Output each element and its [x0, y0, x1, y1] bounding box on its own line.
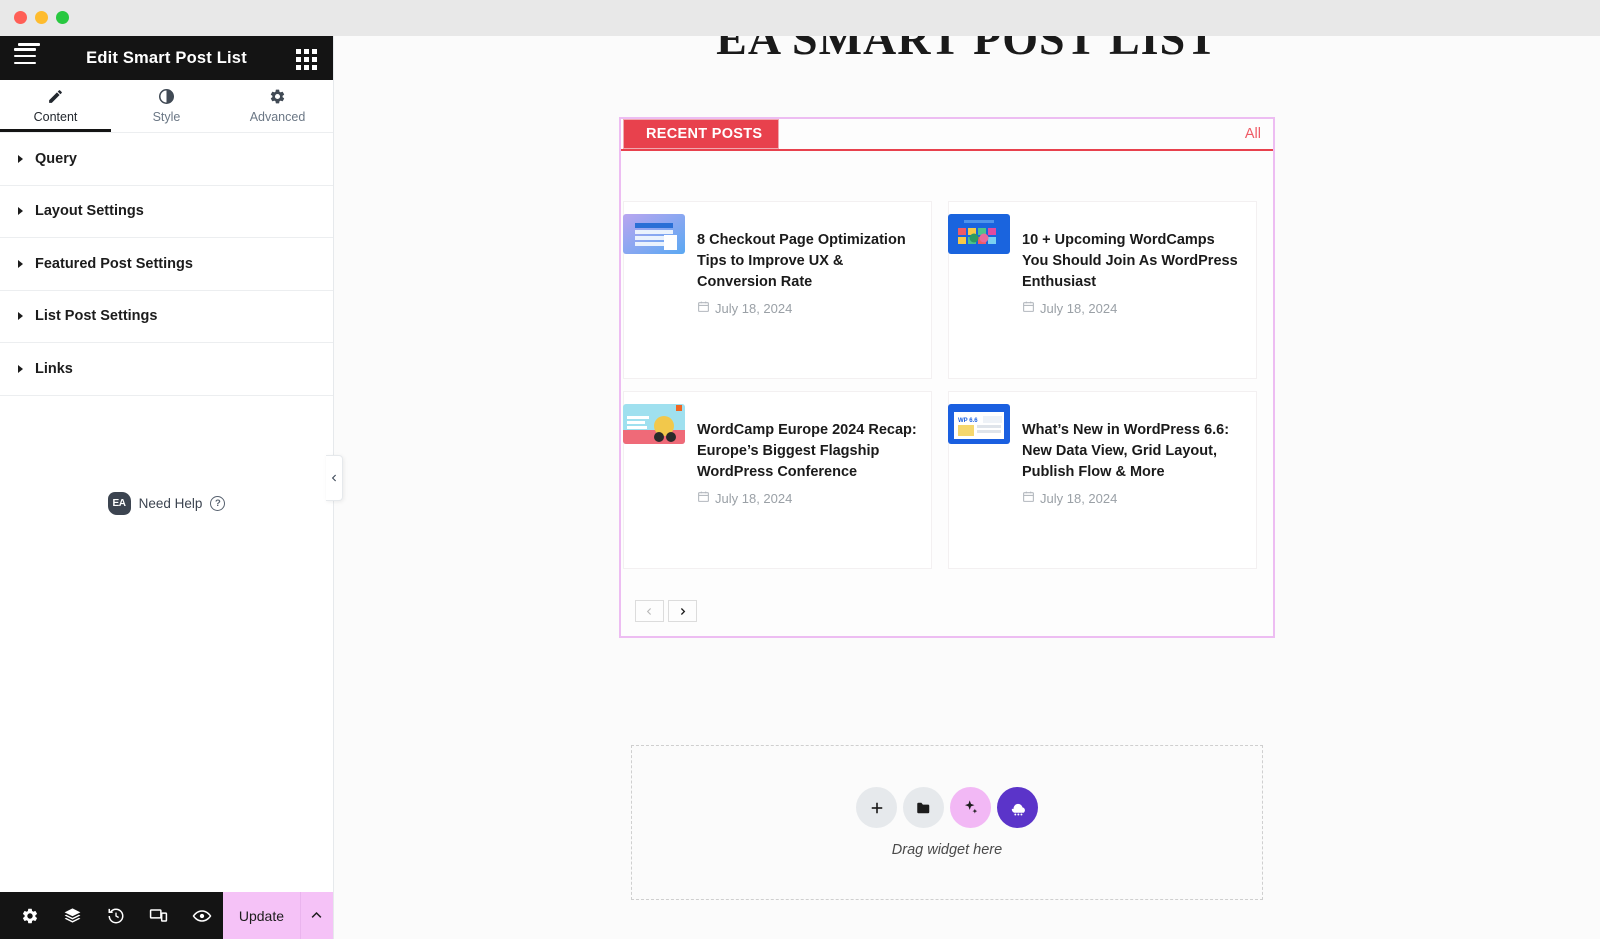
caret-right-icon	[18, 207, 23, 216]
post-meta: July 18, 2024	[697, 490, 919, 506]
calendar-icon	[1022, 300, 1035, 316]
maximize-window-button[interactable]	[56, 11, 69, 24]
post-card[interactable]: WordCamp Europe 2024 Recap: Europe’s Big…	[623, 391, 932, 569]
svg-text:WP 6.6: WP 6.6	[958, 418, 978, 424]
wceu-recap-thumbnail-icon	[623, 404, 685, 444]
caret-right-icon	[18, 364, 23, 373]
update-options-chevron-up-icon[interactable]	[299, 892, 333, 939]
need-help-link[interactable]: EA Need Help ?	[107, 491, 226, 515]
section-list-post-settings[interactable]: List Post Settings	[0, 290, 333, 343]
dropzone-label: Drag widget here	[891, 842, 1003, 858]
widget-header: RECENT POSTS All	[621, 119, 1273, 151]
checkout-page-thumbnail-icon	[623, 214, 685, 254]
post-list-grid: 8 Checkout Page Optimization Tips to Imp…	[623, 171, 1273, 569]
calendar-icon	[1022, 490, 1035, 506]
elementor-editor-panel: Edit Smart Post List Content Style Advan…	[0, 36, 334, 939]
tab-advanced-label: Advanced	[249, 110, 306, 124]
contrast-icon	[158, 88, 175, 105]
section-query[interactable]: Query	[0, 133, 333, 186]
section-links-label: Links	[35, 360, 73, 377]
tab-style-label: Style	[152, 110, 181, 124]
section-layout-settings[interactable]: Layout Settings	[0, 185, 333, 238]
settings-accordion: Query Layout Settings Featured Post Sett…	[0, 133, 333, 396]
panel-collapse-handle[interactable]	[326, 455, 343, 501]
traffic-lights	[14, 11, 69, 24]
pencil-icon	[47, 88, 64, 105]
section-query-label: Query	[35, 150, 77, 167]
post-body: 8 Checkout Page Optimization Tips to Imp…	[697, 212, 919, 366]
panel-header: Edit Smart Post List	[0, 36, 333, 80]
tab-style[interactable]: Style	[111, 80, 222, 132]
post-date: July 18, 2024	[1040, 300, 1118, 316]
section-layout-settings-label: Layout Settings	[35, 203, 144, 220]
pagination-next-button[interactable]	[668, 600, 697, 622]
post-body: What’s New in WordPress 6.6: New Data Vi…	[1022, 402, 1244, 556]
post-meta: July 18, 2024	[697, 300, 919, 316]
notification-dot-icon	[18, 43, 40, 46]
navigator-layers-icon[interactable]	[51, 892, 94, 939]
preview-eye-icon[interactable]	[180, 892, 223, 939]
section-featured-post-settings[interactable]: Featured Post Settings	[0, 238, 333, 291]
hamburger-menu-icon[interactable]	[14, 43, 40, 68]
window-title-bar	[0, 0, 1600, 36]
filter-all-link[interactable]: All	[1245, 126, 1261, 142]
apps-grid-icon[interactable]	[295, 49, 317, 71]
pagination-controls	[635, 600, 697, 622]
post-title[interactable]: 8 Checkout Page Optimization Tips to Imp…	[697, 230, 919, 293]
close-window-button[interactable]	[14, 11, 27, 24]
dropzone-buttons	[856, 787, 1038, 828]
post-date: July 18, 2024	[715, 300, 793, 316]
section-links[interactable]: Links	[0, 343, 333, 396]
post-date: July 18, 2024	[1040, 490, 1118, 506]
responsive-mode-icon[interactable]	[137, 892, 180, 939]
post-meta: July 18, 2024	[1022, 300, 1244, 316]
post-body: WordCamp Europe 2024 Recap: Europe’s Big…	[697, 402, 919, 556]
category-tab-recent-posts[interactable]: RECENT POSTS	[623, 119, 780, 149]
wordpress-66-thumbnail-icon: WP 6.6	[948, 404, 1010, 444]
gear-icon	[269, 88, 286, 105]
post-body: 10 + Upcoming WordCamps You Should Join …	[1022, 212, 1244, 366]
ea-logo-icon: EA	[107, 491, 131, 515]
editor-canvas: EA SMART POST LIST RECENT POSTS All 8 Ch…	[334, 36, 1600, 939]
caret-right-icon	[18, 154, 23, 163]
post-card[interactable]: 10 + Upcoming WordCamps You Should Join …	[948, 201, 1257, 379]
section-featured-post-settings-label: Featured Post Settings	[35, 255, 193, 272]
wordcamps-thumbnail-icon	[948, 214, 1010, 254]
history-icon[interactable]	[94, 892, 137, 939]
calendar-icon	[697, 490, 710, 506]
update-button[interactable]: Update	[223, 892, 300, 939]
ai-sparkle-icon[interactable]	[950, 787, 991, 828]
app-window: Edit Smart Post List Content Style Advan…	[0, 0, 1600, 939]
section-list-post-settings-label: List Post Settings	[35, 308, 158, 325]
panel-tabs: Content Style Advanced	[0, 80, 333, 133]
panel-title: Edit Smart Post List	[86, 48, 247, 67]
calendar-icon	[697, 300, 710, 316]
post-card[interactable]: WP 6.6 What’s New in WordPress 6.6: New …	[948, 391, 1257, 569]
caret-right-icon	[18, 312, 23, 321]
elementor-cloud-icon[interactable]	[997, 787, 1038, 828]
post-title[interactable]: 10 + Upcoming WordCamps You Should Join …	[1022, 230, 1244, 293]
drag-widget-dropzone[interactable]: Drag widget here	[631, 745, 1263, 900]
smart-post-list-widget[interactable]: RECENT POSTS All 8 Checkout Page Optimiz…	[619, 117, 1275, 638]
post-title[interactable]: What’s New in WordPress 6.6: New Data Vi…	[1022, 420, 1244, 483]
tab-advanced[interactable]: Advanced	[222, 80, 333, 132]
need-help-area: EA Need Help ?	[0, 396, 333, 893]
post-title[interactable]: WordCamp Europe 2024 Recap: Europe’s Big…	[697, 420, 919, 483]
minimize-window-button[interactable]	[35, 11, 48, 24]
add-element-plus-icon[interactable]	[856, 787, 897, 828]
post-date: July 18, 2024	[715, 490, 793, 506]
tab-content-label: Content	[33, 110, 78, 124]
pagination-prev-button[interactable]	[635, 600, 664, 622]
post-meta: July 18, 2024	[1022, 490, 1244, 506]
tab-content[interactable]: Content	[0, 80, 111, 132]
template-folder-icon[interactable]	[903, 787, 944, 828]
question-mark-icon[interactable]: ?	[210, 495, 226, 511]
page-title: EA SMART POST LIST	[716, 36, 1218, 64]
post-card[interactable]: 8 Checkout Page Optimization Tips to Imp…	[623, 201, 932, 379]
settings-gear-icon[interactable]	[8, 892, 51, 939]
need-help-label: Need Help	[138, 495, 203, 511]
caret-right-icon	[18, 259, 23, 268]
footer-icon-group	[0, 892, 223, 939]
panel-footer-toolbar: Update	[0, 892, 333, 939]
